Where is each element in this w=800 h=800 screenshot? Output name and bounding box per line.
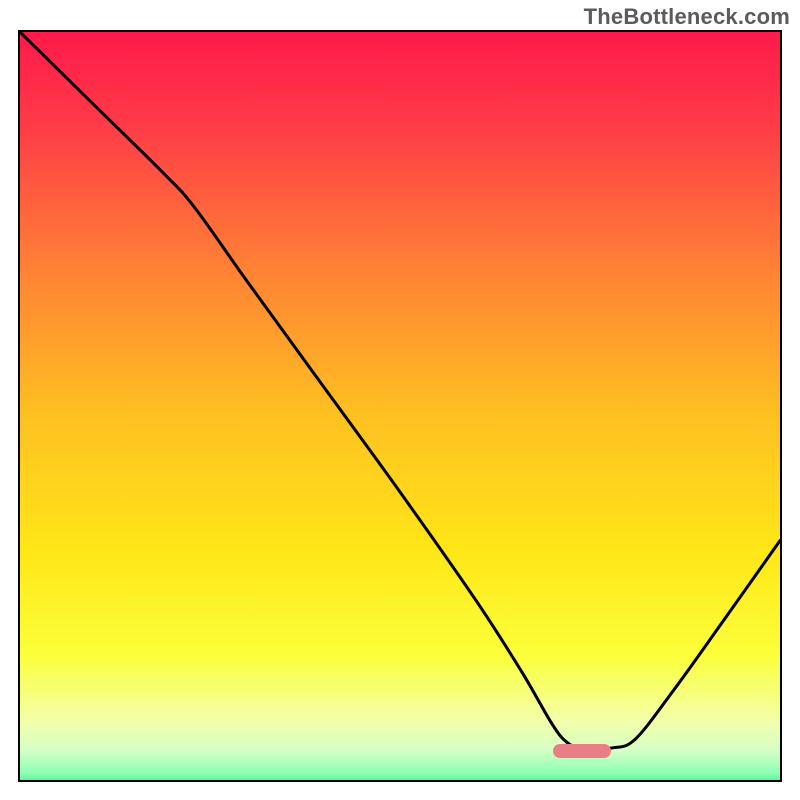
optimal-marker bbox=[553, 744, 611, 758]
watermark-text: TheBottleneck.com bbox=[584, 4, 790, 30]
plot-area bbox=[18, 30, 782, 782]
chart-container: TheBottleneck.com bbox=[0, 0, 800, 800]
bottleneck-curve bbox=[20, 32, 780, 780]
